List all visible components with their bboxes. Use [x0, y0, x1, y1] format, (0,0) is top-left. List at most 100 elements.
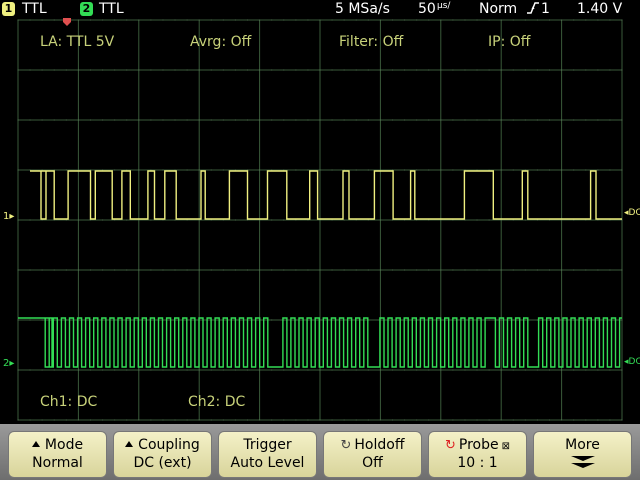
- grid-dot: [210, 269, 212, 271]
- grid-dot: [452, 369, 454, 371]
- trigger-level: 1.40 V: [577, 1, 623, 17]
- grid-dot: [379, 69, 381, 71]
- ch1-badge[interactable]: 1: [2, 2, 15, 16]
- grid-dot: [41, 369, 43, 371]
- grid-dot: [150, 269, 152, 271]
- grid-dot: [597, 319, 599, 321]
- grid-dot: [114, 369, 116, 371]
- grid-dot: [126, 219, 128, 221]
- grid-dot: [500, 369, 502, 371]
- grid-dot: [500, 119, 502, 121]
- grid-dot: [126, 69, 128, 71]
- grid-dot: [367, 119, 369, 121]
- grid-dot: [295, 269, 297, 271]
- trigger-softkey-label: Trigger: [243, 437, 292, 453]
- grid-dot: [464, 369, 466, 371]
- grid-dot: [162, 19, 164, 21]
- ch2-badge[interactable]: 2: [80, 2, 93, 16]
- grid-dot: [440, 269, 442, 271]
- grid-dot: [597, 69, 599, 71]
- grid-dot: [524, 119, 526, 121]
- grid-dot: [234, 119, 236, 121]
- grid-dot: [53, 419, 55, 421]
- grid-dot: [561, 69, 563, 71]
- ch2-ground-marker[interactable]: 2▸: [3, 358, 14, 369]
- grid-dot: [452, 119, 454, 121]
- status-bar: 1 TTL 2 TTL 5 MSa/s 50 µs/ Norm 1 1.40 V: [0, 0, 640, 18]
- grid-dot: [464, 119, 466, 121]
- grid-dot: [597, 419, 599, 421]
- grid-dot: [391, 69, 393, 71]
- grid-dot: [452, 69, 454, 71]
- grid-dot: [53, 369, 55, 371]
- grid-dot: [367, 19, 369, 21]
- grid-dot: [464, 69, 466, 71]
- grid-dot: [259, 419, 261, 421]
- grid-dot: [428, 169, 430, 171]
- grid-dot: [488, 369, 490, 371]
- grid-dot: [500, 419, 502, 421]
- waveform-display[interactable]: LA: TTL 5V Avrg: Off Filter: Off IP: Off…: [0, 18, 640, 424]
- grid-dot: [234, 19, 236, 21]
- grid-dot: [391, 19, 393, 21]
- grid-dot: [440, 69, 442, 71]
- grid-dot: [295, 169, 297, 171]
- coupling-softkey[interactable]: Coupling DC (ext): [113, 431, 212, 478]
- grid-dot: [524, 269, 526, 271]
- grid-dot: [597, 169, 599, 171]
- grid-dot: [77, 219, 79, 221]
- grid-dot: [500, 19, 502, 21]
- grid-dot: [29, 419, 31, 421]
- grid-dot: [174, 369, 176, 371]
- grid-dot: [114, 19, 116, 21]
- grid-dot: [174, 269, 176, 271]
- grid-dot: [597, 119, 599, 121]
- grid-dot: [234, 419, 236, 421]
- grid-dot: [222, 419, 224, 421]
- grid-dot: [416, 119, 418, 121]
- grid-dot: [234, 369, 236, 371]
- softkey-menu: Mode Normal Coupling DC (ext) Trigger Au…: [0, 424, 640, 480]
- grid-dot: [271, 19, 273, 21]
- grid-dot: [102, 219, 104, 221]
- probe-softkey[interactable]: ↻ Probe ⊠ 10 : 1: [428, 431, 527, 478]
- grid-dot: [549, 69, 551, 71]
- grid-dot: [428, 69, 430, 71]
- grid-dot: [210, 19, 212, 21]
- grid-dot: [198, 419, 200, 421]
- grid-dot: [307, 269, 309, 271]
- grid-dot: [500, 269, 502, 271]
- grid-dot: [343, 369, 345, 371]
- grid-dot: [573, 119, 575, 121]
- grid-dot: [162, 169, 164, 171]
- grid-dot: [343, 269, 345, 271]
- trigger-softkey[interactable]: Trigger Auto Level: [218, 431, 317, 478]
- grid-dot: [391, 269, 393, 271]
- timebase-value[interactable]: 50: [418, 0, 436, 18]
- grid-dot: [343, 219, 345, 221]
- grid-dot: [343, 69, 345, 71]
- grid-dot: [234, 269, 236, 271]
- grid-dot: [573, 319, 575, 321]
- ch1-ground-marker[interactable]: 1▸: [3, 211, 14, 222]
- grid-dot: [114, 169, 116, 171]
- mode-softkey-value: Normal: [32, 455, 83, 471]
- more-softkey[interactable]: More: [533, 431, 632, 478]
- grid-dot: [561, 169, 563, 171]
- grid-dot: [41, 119, 43, 121]
- ch2-marker-text: 2: [3, 358, 10, 369]
- grid-dot: [536, 69, 538, 71]
- grid-dot: [561, 269, 563, 271]
- mode-softkey[interactable]: Mode Normal: [8, 431, 107, 478]
- holdoff-softkey[interactable]: ↻ Holdoff Off: [323, 431, 422, 478]
- grid-dot: [597, 19, 599, 21]
- probe-softkey-label: Probe: [458, 437, 499, 453]
- grid-dot: [476, 19, 478, 21]
- grid-dot: [609, 169, 611, 171]
- grid-dot: [452, 19, 454, 21]
- grid-dot: [549, 19, 551, 21]
- grid-dot: [319, 169, 321, 171]
- grid-dot: [355, 69, 357, 71]
- grid-dot: [126, 269, 128, 271]
- grid-dot: [210, 369, 212, 371]
